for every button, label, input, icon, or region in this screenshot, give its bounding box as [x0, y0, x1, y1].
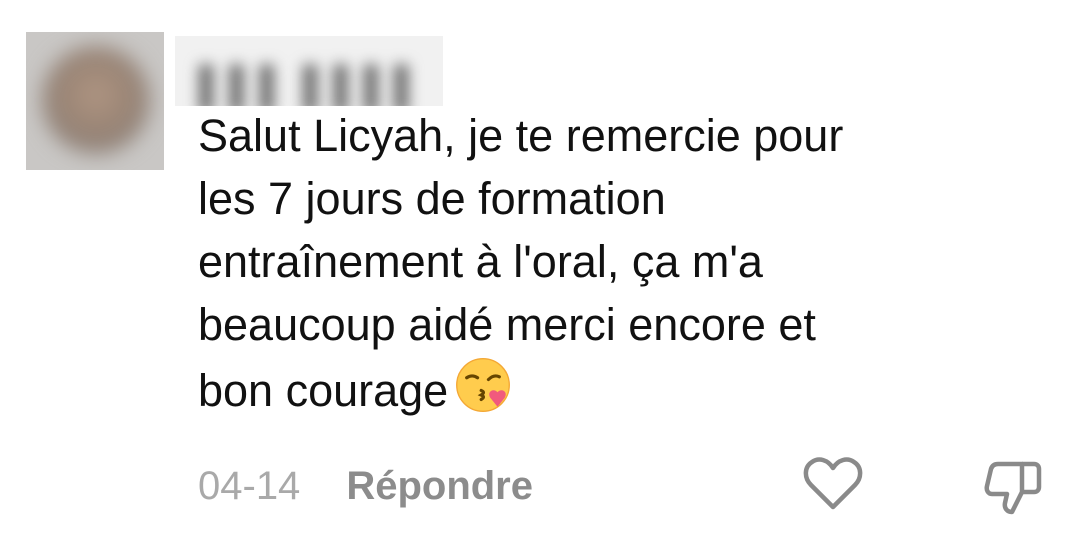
comment-meta: 04-14 Répondre	[198, 460, 533, 512]
face-blowing-kiss-icon	[456, 358, 511, 412]
comment-item: ▌▌▌ ▌▌▌▌ Salut Licyah, je te remercie po…	[0, 0, 1079, 560]
username-blurred[interactable]: ▌▌▌ ▌▌▌▌	[175, 36, 443, 106]
dislike-button[interactable]	[982, 456, 1044, 518]
heart-outline-icon	[803, 457, 863, 510]
reply-button[interactable]: Répondre	[346, 464, 533, 508]
like-button[interactable]	[802, 456, 864, 512]
thumbs-down-outline-icon	[984, 461, 1042, 515]
username-text: ▌▌▌ ▌▌▌▌	[199, 66, 425, 106]
avatar[interactable]	[26, 32, 164, 170]
comment-text: Salut Licyah, je te remercie pour les 7 …	[198, 104, 1058, 422]
comment-line: Salut Licyah, je te remercie pour	[198, 110, 844, 161]
comment-line: les 7 jours de formation	[198, 173, 666, 224]
avatar-image	[42, 46, 150, 154]
comment-date: 04-14	[198, 464, 301, 508]
comment-line: bon courage	[198, 365, 449, 416]
comment-line: beaucoup aidé merci encore et	[198, 299, 816, 350]
comment-line-last: bon courage	[198, 356, 1058, 422]
comment-line: entraînement à l'oral, ça m'a	[198, 236, 763, 287]
